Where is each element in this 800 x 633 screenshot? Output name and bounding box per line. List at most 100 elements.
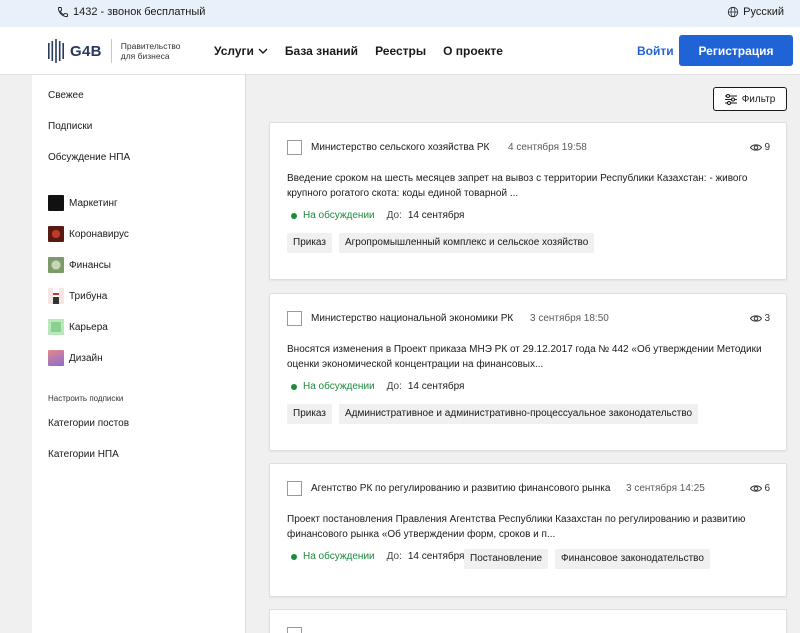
card-status-row: На обсуждении До: 14 сентября bbox=[291, 381, 464, 392]
sidebar-category-label: Карьера bbox=[69, 321, 108, 333]
card-views: 3 bbox=[750, 313, 770, 324]
card-organization[interactable]: Министерство сельского хозяйства РК bbox=[311, 142, 489, 153]
card-views-count: 9 bbox=[764, 142, 770, 153]
card-date: 4 сентября 19:58 bbox=[508, 142, 587, 153]
sidebar-category-coronavirus[interactable]: Коронавирус bbox=[48, 226, 129, 242]
coronavirus-icon bbox=[48, 226, 64, 242]
filter-label: Фильтр bbox=[741, 93, 776, 105]
nav-registries-label: Реестры bbox=[375, 44, 427, 58]
language-label: Русский bbox=[743, 6, 784, 18]
tribune-icon bbox=[48, 288, 64, 304]
finance-icon bbox=[48, 257, 64, 273]
card-date: 3 сентября 18:50 bbox=[530, 313, 609, 324]
sidebar-category-label: Дизайн bbox=[69, 352, 103, 364]
npa-card[interactable]: Министерство национальной экономики РК 3… bbox=[269, 293, 787, 451]
card-views-count: 3 bbox=[764, 313, 770, 324]
hotline-text: 1432 - звонок бесплатный bbox=[73, 6, 206, 18]
npa-card[interactable]: Министерство сельского хозяйства РК 4 се… bbox=[269, 122, 787, 280]
logo[interactable]: G4B Правительство для бизнеса bbox=[47, 39, 191, 63]
card-views: 6 bbox=[750, 483, 770, 494]
sidebar-item-subscriptions[interactable]: Подписки bbox=[48, 121, 92, 132]
card-views-count: 6 bbox=[764, 483, 770, 494]
card-date: 3 сентября 14:25 bbox=[626, 483, 705, 494]
sidebar-category-label: Коронавирус bbox=[69, 228, 129, 240]
globe-icon bbox=[728, 6, 739, 18]
design-icon bbox=[48, 350, 64, 366]
top-utility-bar: 1432 - звонок бесплатный Русский bbox=[0, 0, 800, 27]
career-icon bbox=[48, 319, 64, 335]
card-status-row: На обсуждении До: 14 сентября bbox=[291, 210, 464, 221]
due-date: 14 сентября bbox=[407, 381, 465, 392]
npa-card[interactable]: Агентство РК по регулированию и развитию… bbox=[269, 463, 787, 597]
sidebar-category-tribune[interactable]: Трибуна bbox=[48, 288, 107, 304]
nav-about-label: О проекте bbox=[443, 44, 503, 58]
logo-divider bbox=[110, 39, 112, 63]
card-tags: Постановление Финансовое законодательств… bbox=[464, 549, 717, 569]
card-organization[interactable]: Агентство РК по регулированию и развитию… bbox=[311, 483, 610, 494]
sidebar-item-post-categories[interactable]: Категории постов bbox=[48, 418, 129, 429]
nav-services-label: Услуги bbox=[214, 44, 254, 58]
phone-icon bbox=[58, 7, 68, 17]
status-badge: На обсуждении bbox=[303, 210, 375, 221]
sidebar-item-npa-categories[interactable]: Категории НПА bbox=[48, 449, 119, 460]
main-header: G4B Правительство для бизнеса Услуги Баз… bbox=[0, 27, 800, 75]
eye-icon bbox=[750, 485, 763, 492]
main-nav: Услуги База знаний Реестры О проекте bbox=[214, 44, 520, 58]
marketing-icon bbox=[48, 195, 64, 211]
nav-registries[interactable]: Реестры bbox=[375, 44, 426, 58]
tag[interactable]: Финансовое законодательство bbox=[555, 549, 710, 569]
card-description[interactable]: Вносятся изменения в Проект приказа МНЭ … bbox=[287, 342, 767, 372]
sidebar-category-label: Маркетинг bbox=[69, 197, 118, 209]
language-switcher[interactable]: Русский bbox=[727, 6, 784, 18]
card-checkbox[interactable] bbox=[287, 140, 302, 155]
sidebar-category-career[interactable]: Карьера bbox=[48, 319, 108, 335]
card-checkbox[interactable] bbox=[287, 311, 302, 326]
tag[interactable]: Постановление bbox=[464, 549, 549, 569]
due-label: До: bbox=[386, 381, 402, 392]
brand-name: G4B bbox=[70, 42, 102, 60]
sidebar-settings-caption: Настроить подписки bbox=[48, 394, 124, 403]
login-link[interactable]: Войти bbox=[637, 44, 674, 58]
sidebar-category-design[interactable]: Дизайн bbox=[48, 350, 103, 366]
tag[interactable]: Приказ bbox=[287, 404, 332, 424]
status-dot-icon bbox=[291, 553, 297, 560]
sidebar-category-label: Трибуна bbox=[69, 290, 108, 302]
sidebar-category-marketing[interactable]: Маркетинг bbox=[48, 195, 118, 211]
nav-services[interactable]: Услуги bbox=[214, 44, 268, 58]
brand-tagline: Правительство для бизнеса bbox=[120, 41, 181, 61]
sidebar-category-finance[interactable]: Финансы bbox=[48, 257, 111, 273]
sidebar: Свежее Подписки Обсуждение НПА Маркетинг… bbox=[32, 75, 246, 633]
filter-button[interactable]: Фильтр bbox=[713, 87, 787, 111]
nav-knowledge-base[interactable]: База знаний bbox=[285, 44, 358, 58]
hotline[interactable]: 1432 - звонок бесплатный bbox=[57, 6, 205, 18]
nav-about[interactable]: О проекте bbox=[443, 44, 503, 58]
status-dot-icon bbox=[291, 383, 297, 390]
due-label: До: bbox=[386, 210, 402, 221]
eye-icon bbox=[750, 144, 763, 151]
status-dot-icon bbox=[291, 212, 297, 219]
card-organization[interactable]: Министерство национальной экономики РК bbox=[311, 313, 513, 324]
due-label: До: bbox=[386, 551, 402, 562]
tag[interactable]: Административное и административно-проце… bbox=[338, 404, 699, 424]
card-description[interactable]: Проект постановления Правления Агентства… bbox=[287, 512, 767, 542]
card-views: 9 bbox=[750, 142, 770, 153]
card-checkbox[interactable] bbox=[287, 481, 302, 496]
g4b-logo-mark-icon bbox=[48, 39, 64, 63]
card-status-row: На обсуждении До: 14 сентября bbox=[291, 551, 464, 562]
status-badge: На обсуждении bbox=[303, 551, 375, 562]
card-description[interactable]: Введение сроком на шесть месяцев запрет … bbox=[287, 171, 767, 201]
tag[interactable]: Агропромышленный комплекс и сельское хоз… bbox=[338, 233, 595, 253]
sidebar-item-npa-discussion[interactable]: Обсуждение НПА bbox=[48, 152, 130, 163]
sidebar-category-label: Финансы bbox=[69, 259, 111, 271]
sidebar-item-fresh[interactable]: Свежее bbox=[48, 90, 84, 101]
due-date: 14 сентября bbox=[407, 551, 465, 562]
eye-icon bbox=[750, 315, 763, 322]
npa-card[interactable] bbox=[269, 609, 787, 633]
tag[interactable]: Приказ bbox=[287, 233, 332, 253]
nav-knowledge-base-label: База знаний bbox=[284, 44, 359, 58]
chevron-down-icon bbox=[258, 48, 268, 54]
card-tags: Приказ Административное и административн… bbox=[287, 404, 705, 424]
sliders-icon bbox=[724, 93, 737, 105]
card-checkbox[interactable] bbox=[287, 627, 302, 633]
register-button[interactable]: Регистрация bbox=[679, 35, 793, 66]
